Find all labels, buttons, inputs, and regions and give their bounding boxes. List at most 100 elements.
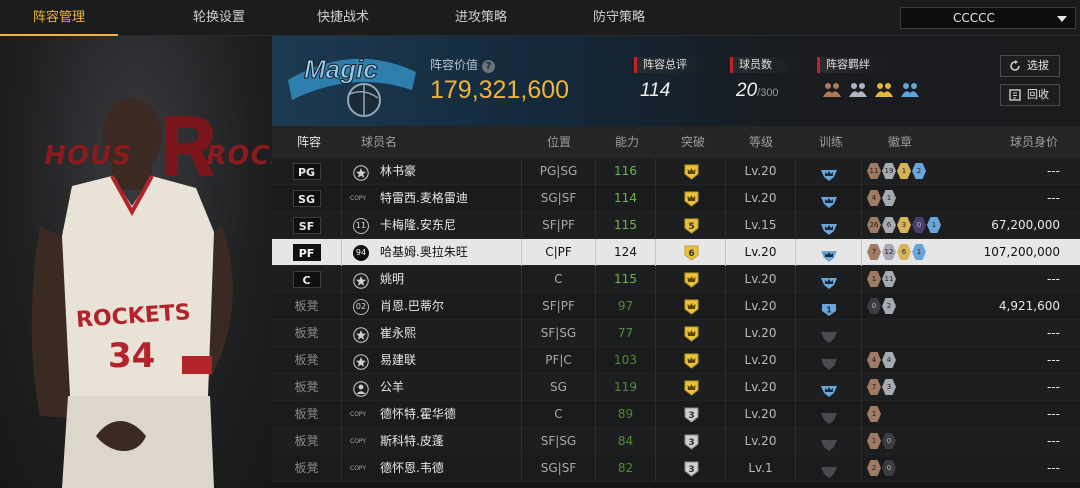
- badge-dark-icon[interactable]: 0: [882, 433, 896, 449]
- bond-bronze-icon[interactable]: [822, 81, 842, 99]
- badge-silver-icon[interactable]: 2: [882, 298, 896, 314]
- player-name-cell[interactable]: copy 斯科特.皮蓬: [342, 428, 522, 455]
- table-row[interactable]: 板凳 公羊 SG 119 Lv.20 7 3 ---: [272, 374, 1080, 401]
- player-name-cell[interactable]: 崔永熙: [342, 320, 522, 347]
- training-cell[interactable]: [796, 455, 862, 482]
- badge-gold-icon[interactable]: 6: [897, 244, 911, 260]
- badge-purple-icon[interactable]: 0: [912, 217, 926, 233]
- badge-blue-icon[interactable]: 2: [912, 163, 926, 179]
- badge-gold-icon[interactable]: 3: [897, 217, 911, 233]
- training-cell[interactable]: [796, 374, 862, 401]
- badge-blue-icon[interactable]: 1: [927, 217, 941, 233]
- badge-bronze-icon[interactable]: 1: [867, 406, 881, 422]
- badge-bronze-icon[interactable]: 11: [867, 163, 881, 179]
- badge-silver-icon[interactable]: 1: [882, 190, 896, 206]
- badge-bronze-icon[interactable]: 4: [867, 352, 881, 368]
- training-cell[interactable]: [796, 158, 862, 185]
- table-row[interactable]: SF 11 卡梅隆.安东尼 SF|PF 115 5 Lv.15 26 6 3 0 1 67,200,00…: [272, 212, 1080, 239]
- badge-bronze-icon[interactable]: 2: [867, 460, 881, 476]
- badge-bronze-icon[interactable]: 1: [867, 271, 881, 287]
- badge-list: 7 12 6 1: [867, 244, 926, 260]
- player-name-cell[interactable]: 易建联: [342, 347, 522, 374]
- recycle-button[interactable]: 回收: [1000, 84, 1060, 106]
- breakout-crown-icon: [683, 352, 700, 369]
- player-name-cell[interactable]: copy 特雷西.麦格雷迪: [342, 185, 522, 212]
- table-row[interactable]: 板凳 崔永熙 SF|SG 77 Lv.20 ---: [272, 320, 1080, 347]
- badge-bronze-icon[interactable]: 4: [867, 190, 881, 206]
- badge-list: 44: [867, 352, 896, 368]
- badge-gold-icon[interactable]: 1: [897, 163, 911, 179]
- lineup-select-dropdown[interactable]: CCCCC: [900, 7, 1076, 29]
- pick-button[interactable]: 选拔: [1000, 55, 1060, 77]
- player-name: 肖恩.巴蒂尔: [380, 299, 444, 313]
- tab-defense-strategy[interactable]: 防守策略: [560, 0, 678, 36]
- player-ability: 115: [596, 266, 656, 293]
- table-row[interactable]: 板凳 copy 德怀特.霍华德 C 89 3 Lv.20 1 ---: [272, 401, 1080, 428]
- badge-dark-icon[interactable]: 0: [867, 298, 881, 314]
- col-training[interactable]: 训练: [806, 126, 856, 158]
- col-badges[interactable]: 徽章: [870, 126, 930, 158]
- training-cell[interactable]: [796, 401, 862, 428]
- player-level: Lv.20: [726, 266, 796, 293]
- help-icon[interactable]: ?: [482, 60, 496, 73]
- table-row[interactable]: 板凳 02 肖恩.巴蒂尔 SF|PF 97 Lv.20 1 0 2 4,921,600: [272, 293, 1080, 320]
- col-lineup[interactable]: 阵容: [286, 126, 332, 158]
- tab-offense-strategy[interactable]: 进攻策略: [422, 0, 540, 36]
- badge-dark-icon[interactable]: 0: [882, 460, 896, 476]
- training-cell[interactable]: [796, 266, 862, 293]
- badge-bronze-icon[interactable]: 1: [867, 433, 881, 449]
- training-cell[interactable]: [796, 428, 862, 455]
- training-cell[interactable]: [796, 239, 862, 266]
- training-cell[interactable]: [796, 212, 862, 239]
- refresh-icon: [1010, 60, 1020, 71]
- table-row[interactable]: PF 94 哈基姆.奥拉朱旺 C|PF 124 6 Lv.20 7 12 6 1 107,200,00…: [272, 239, 1080, 266]
- player-position: C: [522, 401, 596, 428]
- player-name-cell[interactable]: 姚明: [342, 266, 522, 293]
- player-name-cell[interactable]: copy 德怀特.霍华德: [342, 401, 522, 428]
- bond-silver-icon[interactable]: [848, 81, 868, 99]
- player-name-cell[interactable]: 11 卡梅隆.安东尼: [342, 212, 522, 239]
- tab-rotation-settings[interactable]: 轮换设置: [160, 0, 278, 36]
- badge-silver-icon[interactable]: 3: [882, 379, 896, 395]
- col-breakout[interactable]: 突破: [668, 126, 718, 158]
- player-name-cell[interactable]: 94 哈基姆.奥拉朱旺: [342, 239, 522, 266]
- badge-bronze-icon[interactable]: 7: [867, 379, 881, 395]
- lineup-slot: 板凳: [272, 347, 342, 374]
- table-row[interactable]: 板凳 copy 斯科特.皮蓬 SF|SG 84 3 Lv.20 1 0 ---: [272, 428, 1080, 455]
- training-cell[interactable]: [796, 320, 862, 347]
- player-name-cell[interactable]: 公羊: [342, 374, 522, 401]
- badge-silver-icon[interactable]: 11: [882, 271, 896, 287]
- badge-bronze-icon[interactable]: 26: [867, 217, 881, 233]
- table-row[interactable]: SG copy 特雷西.麦格雷迪 SG|SF 114 Lv.20 4 1 ---: [272, 185, 1080, 212]
- badge-blue-icon[interactable]: 1: [912, 244, 926, 260]
- bond-gold-icon[interactable]: [874, 81, 894, 99]
- table-row[interactable]: 板凳 copy 德怀恩.韦德 SG|SF 82 3 Lv.1 2 0 ---: [272, 455, 1080, 482]
- player-name-cell[interactable]: 林书豪: [342, 158, 522, 185]
- training-cell[interactable]: [796, 347, 862, 374]
- badge-silver-icon[interactable]: 6: [882, 217, 896, 233]
- player-name: 姚明: [380, 272, 405, 286]
- badge-silver-icon[interactable]: 4: [882, 352, 896, 368]
- col-level[interactable]: 等级: [736, 126, 786, 158]
- training-cell[interactable]: 1: [796, 293, 862, 320]
- badge-bronze-icon[interactable]: 7: [867, 244, 881, 260]
- col-player-name[interactable]: 球员名: [354, 126, 404, 158]
- table-row[interactable]: PG 林书豪 PG|SG 116 Lv.20 11 19 1 2 ---: [272, 158, 1080, 185]
- tab-quick-tactics[interactable]: 快捷战术: [284, 0, 402, 36]
- bond-blue-icon[interactable]: [900, 81, 920, 99]
- player-worth: 107,200,000: [983, 245, 1060, 259]
- col-position[interactable]: 位置: [534, 126, 584, 158]
- player-name-cell[interactable]: copy 德怀恩.韦德: [342, 455, 522, 482]
- col-player-worth[interactable]: 球员身价: [994, 126, 1074, 158]
- tab-lineup-management[interactable]: 阵容管理: [0, 0, 118, 36]
- badge-list: 20: [867, 460, 896, 476]
- col-ability[interactable]: 能力: [602, 126, 652, 158]
- player-worth: ---: [1047, 461, 1060, 475]
- breakout-cell: 3: [656, 455, 726, 482]
- table-row[interactable]: C 姚明 C 115 Lv.20 1 11 ---: [272, 266, 1080, 293]
- badge-silver-icon[interactable]: 12: [882, 244, 896, 260]
- training-cell[interactable]: [796, 185, 862, 212]
- badge-silver-icon[interactable]: 19: [882, 163, 896, 179]
- table-row[interactable]: 板凳 易建联 PF|C 103 Lv.20 4 4 ---: [272, 347, 1080, 374]
- player-name-cell[interactable]: 02 肖恩.巴蒂尔: [342, 293, 522, 320]
